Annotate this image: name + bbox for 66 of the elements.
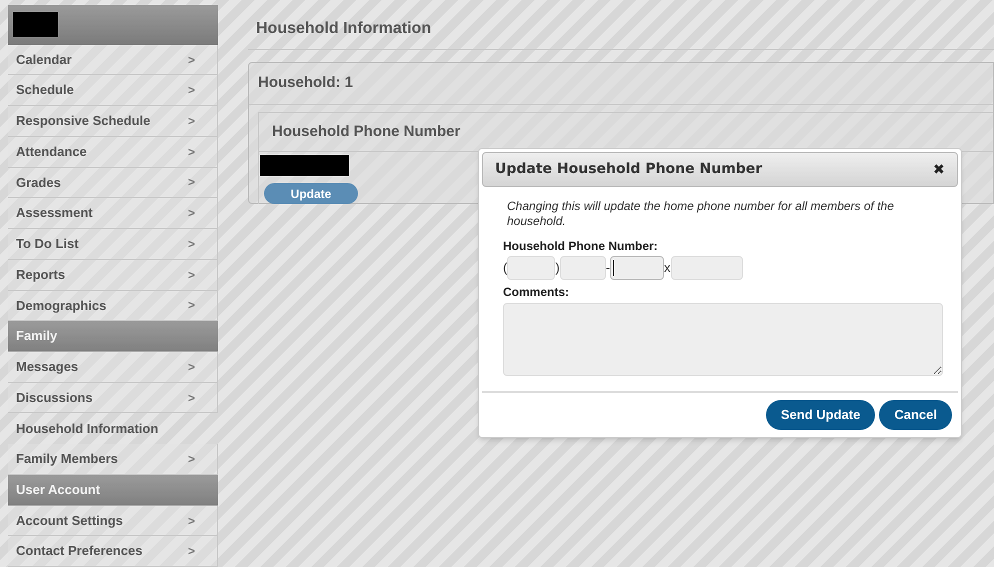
page-title: Household Information	[248, 17, 994, 50]
sidebar-item-label: Reports	[16, 266, 66, 284]
chevron-icon: >	[188, 81, 195, 100]
sidebar-item[interactable]: Messages >	[8, 352, 218, 383]
comments-field[interactable]	[503, 303, 943, 376]
chevron-icon: >	[188, 142, 195, 161]
sidebar-item[interactable]: Discussions >	[8, 382, 218, 414]
comments-label: Comments:	[503, 284, 570, 301]
sidebar-item[interactable]: Assessment >	[8, 198, 218, 230]
dialog-note: Changing this will update the home phone number for all members of the household.	[506, 199, 895, 229]
chevron-icon: >	[188, 296, 195, 314]
phone-input[interactable]	[507, 256, 556, 280]
chevron-icon: >	[188, 388, 195, 407]
phone-separator: )	[555, 259, 560, 278]
sidebar-item-label: Household Information	[16, 420, 158, 438]
sidebar-item[interactable]: Responsive Schedule >	[8, 106, 218, 137]
dialog-button[interactable]: Send Update	[766, 400, 876, 430]
chevron-icon: >	[188, 542, 195, 560]
update-button[interactable]: Update	[264, 183, 358, 204]
sidebar-item-label: Discussions	[16, 388, 93, 407]
sidebar-item-label: Messages	[16, 358, 78, 376]
sidebar-item-label: Grades	[16, 174, 61, 192]
sidebar-item[interactable]: Schedule >	[8, 75, 218, 106]
chevron-icon: >	[188, 266, 195, 284]
phone-separator: (	[503, 259, 508, 278]
dialog-button[interactable]: Cancel	[879, 400, 952, 430]
sidebar-item[interactable]: Family Members >	[8, 444, 218, 475]
sidebar-item-label: Account Settings	[16, 512, 123, 530]
phone-separator: -	[606, 259, 610, 278]
sidebar-item[interactable]: To Do List >	[8, 229, 218, 260]
sidebar-item-label: Schedule	[16, 81, 74, 100]
chevron-icon: >	[188, 50, 195, 68]
sidebar-item-label: Demographics	[16, 296, 106, 315]
chevron-icon: >	[188, 173, 195, 192]
sidebar-item[interactable]: Demographics >	[8, 290, 218, 322]
chevron-icon: >	[188, 204, 195, 222]
phone-separator: x	[664, 259, 671, 278]
chevron-icon: >	[188, 234, 195, 253]
redaction-block	[13, 12, 58, 38]
sidebar-item-label: Attendance	[16, 142, 87, 161]
sidebar-item-label: Calendar	[16, 50, 72, 69]
sidebar-item-label: To Do List	[16, 235, 79, 254]
sidebar-item[interactable]: Reports >	[8, 260, 218, 291]
sidebar-section-header: User Account	[8, 474, 218, 506]
phone-input[interactable]	[670, 256, 743, 280]
sidebar-item-label: Assessment	[16, 204, 93, 222]
sidebar-item[interactable]: Grades >	[8, 168, 218, 198]
chevron-icon: >	[188, 450, 195, 468]
sidebar-item[interactable]: Contact Preferences >	[8, 536, 218, 567]
phone-label: Household Phone Number:	[503, 238, 659, 255]
close-button[interactable]: ✖	[933, 159, 945, 180]
phone-input[interactable]	[560, 256, 606, 280]
sidebar-item-label: Contact Preferences	[16, 542, 142, 560]
chevron-icon: >	[188, 358, 195, 376]
dialog-title: Update Household Phone Number	[495, 160, 762, 179]
sidebar-item-label: Family Members	[16, 450, 118, 468]
chevron-icon: >	[188, 512, 195, 530]
sidebar-item-label: Responsive Schedule	[16, 112, 150, 130]
household-title: Household: 1	[249, 63, 993, 104]
sidebar-item[interactable]: Household Information	[8, 413, 238, 444]
sidebar-item[interactable]: Calendar >	[8, 44, 218, 76]
phone-input[interactable]	[610, 256, 664, 280]
sidebar-section-header: Family	[8, 321, 218, 352]
chevron-icon: >	[188, 112, 195, 130]
sidebar-item[interactable]: Attendance >	[8, 136, 218, 168]
sidebar-item[interactable]: Account Settings >	[8, 506, 218, 536]
